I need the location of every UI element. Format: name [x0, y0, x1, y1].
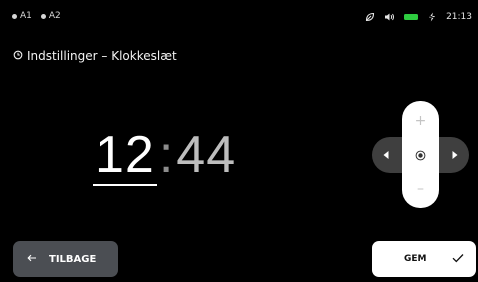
- minutes-field[interactable]: 44: [176, 126, 236, 184]
- radio-dot-icon: [415, 150, 426, 160]
- sim-indicators: A1 A2: [12, 11, 61, 21]
- dpad-control: + –: [372, 101, 469, 208]
- time-display: 12 : 44: [93, 126, 236, 186]
- dpad-center-button[interactable]: [409, 143, 432, 167]
- triangle-left-icon: [383, 151, 389, 159]
- page-title: Indstillinger – Klokkeslæt: [13, 49, 177, 63]
- plus-icon: +: [414, 113, 427, 129]
- sim-slot-1: A1: [12, 11, 32, 21]
- clock-icon: [13, 49, 23, 63]
- status-icons: 21:13: [365, 8, 472, 26]
- checkmark-icon: [452, 253, 464, 266]
- leaf-icon: [365, 12, 375, 22]
- charging-bolt-icon: [427, 12, 437, 22]
- time-separator: :: [158, 126, 174, 184]
- triangle-right-icon: [452, 151, 458, 159]
- battery-icon: [404, 14, 419, 20]
- sim-slot-2: A2: [40, 11, 61, 21]
- dpad-left-button[interactable]: [375, 144, 397, 166]
- minus-icon: –: [417, 181, 424, 197]
- dpad-right-button[interactable]: [444, 144, 466, 166]
- page-title-text: Indstillinger – Klokkeslæt: [27, 49, 177, 63]
- back-button[interactable]: TILBAGE: [13, 241, 118, 277]
- sim-slot-label: A1: [20, 11, 32, 21]
- sim-dot-icon: [40, 13, 46, 19]
- arrow-left-icon: [27, 254, 37, 265]
- dpad-up-button[interactable]: +: [409, 109, 432, 133]
- sim-dot-icon: [12, 13, 17, 19]
- status-time: 21:13: [446, 12, 472, 22]
- volume-icon: [384, 12, 395, 22]
- hours-field[interactable]: 12: [93, 126, 157, 186]
- save-button-label: GEM: [404, 254, 427, 264]
- sim-slot-label: A2: [48, 11, 61, 21]
- dpad-down-button[interactable]: –: [409, 177, 432, 201]
- back-button-label: TILBAGE: [49, 253, 97, 265]
- save-button[interactable]: GEM: [372, 241, 476, 277]
